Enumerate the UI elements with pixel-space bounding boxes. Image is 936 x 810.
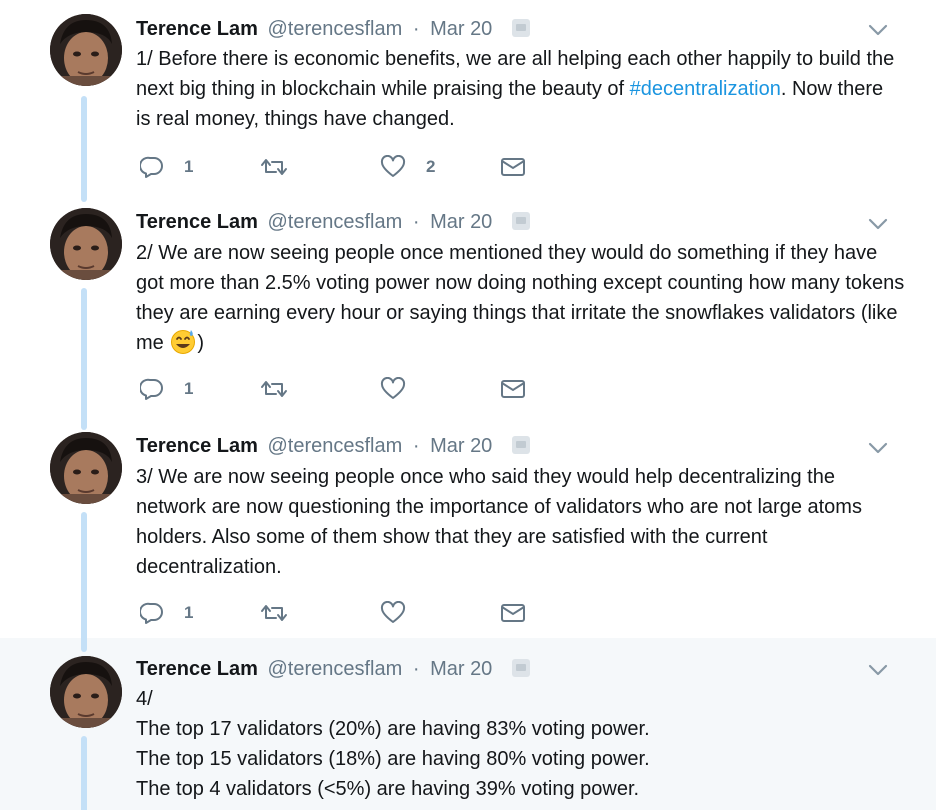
hashtag-link[interactable]: #decentralization (630, 78, 781, 100)
tweet-text: 2/ We are now seeing people once mention… (136, 238, 906, 358)
like-button[interactable] (380, 598, 426, 628)
direct-message-button[interactable] (500, 374, 526, 404)
tweet-line: The top 17 validators (20%) are having 8… (136, 718, 650, 740)
tweet-date[interactable]: Mar 20 (430, 658, 492, 680)
tweet-line: The top 4 validators (<5%) are having 39… (136, 778, 640, 800)
thread-line (81, 288, 87, 424)
author-name[interactable]: Terence Lam (136, 18, 258, 40)
tweet-actions: 1 (136, 598, 556, 628)
reply-button[interactable]: 1 (140, 152, 193, 182)
tweet-header: Terence Lam @terencesflam · Mar 20 (136, 432, 530, 460)
reply-button[interactable]: 1 (140, 598, 193, 628)
thread-line (81, 634, 87, 652)
reply-count: 1 (184, 379, 194, 398)
app-badge-icon (511, 436, 530, 454)
direct-message-button[interactable] (500, 152, 526, 182)
tweet-header: Terence Lam @terencesflam · Mar 20 (136, 15, 530, 43)
tweet-actions: 1 (136, 374, 556, 404)
tweet[interactable]: Terence Lam @terencesflam · Mar 20 4/ Th… (0, 634, 936, 810)
tweet-date[interactable]: Mar 20 (430, 435, 492, 457)
separator: · (412, 18, 420, 40)
thread-line (81, 512, 87, 642)
tweet-line: The top 15 validators (18%) are having 8… (136, 748, 650, 770)
like-button[interactable] (380, 374, 426, 404)
separator: · (412, 658, 420, 680)
tweet-text-body: 2/ We are now seeing people once mention… (136, 242, 905, 354)
envelope-icon (500, 377, 526, 401)
tweet-text: 1/ Before there is economic benefits, we… (136, 44, 896, 134)
author-name[interactable]: Terence Lam (136, 658, 258, 680)
reply-button[interactable]: 1 (140, 374, 193, 404)
avatar[interactable] (50, 432, 122, 504)
reply-icon (140, 377, 164, 401)
like-count: 2 (426, 157, 436, 176)
avatar[interactable] (50, 656, 122, 728)
thread-line (81, 416, 87, 430)
thread-line (81, 96, 87, 200)
tweet[interactable]: Terence Lam @terencesflam · Mar 20 1/ Be… (0, 0, 936, 200)
retweet-icon (260, 601, 288, 625)
tweet-thread: Terence Lam @terencesflam · Mar 20 1/ Be… (0, 0, 936, 810)
app-badge-icon (511, 212, 530, 230)
author-handle[interactable]: @terencesflam (267, 435, 402, 457)
author-handle[interactable]: @terencesflam (267, 658, 402, 680)
like-button[interactable]: 2 (380, 152, 435, 182)
chevron-down-icon[interactable] (866, 20, 890, 40)
grinning-sweat-emoji (170, 328, 196, 354)
reply-count: 1 (184, 157, 194, 176)
tweet-date[interactable]: Mar 20 (430, 211, 492, 233)
reply-icon (140, 155, 164, 179)
author-handle[interactable]: @terencesflam (267, 211, 402, 233)
separator: · (412, 435, 420, 457)
heart-icon (380, 601, 406, 625)
avatar[interactable] (50, 208, 122, 280)
tweet-text: 3/ We are now seeing people once who sai… (136, 466, 862, 578)
tweet-date[interactable]: Mar 20 (430, 18, 492, 40)
direct-message-button[interactable] (500, 598, 526, 628)
app-badge-icon (511, 659, 530, 677)
retweet-icon (260, 377, 288, 401)
tweet-actions: 1 2 (136, 152, 556, 182)
author-name[interactable]: Terence Lam (136, 435, 258, 457)
chevron-down-icon[interactable] (866, 438, 890, 458)
retweet-icon (260, 155, 288, 179)
retweet-button[interactable] (260, 598, 308, 628)
tweet-header: Terence Lam @terencesflam · Mar 20 (136, 208, 530, 236)
heart-icon (380, 377, 406, 401)
tweet[interactable]: Terence Lam @terencesflam · Mar 20 2/ We… (0, 192, 936, 424)
reply-count: 1 (184, 603, 194, 622)
chevron-down-icon[interactable] (866, 214, 890, 234)
heart-icon (380, 155, 406, 179)
thread-line (81, 736, 87, 810)
reply-icon (140, 601, 164, 625)
tweet-line: 4/ (136, 688, 153, 710)
tweet-text-tail: ) (197, 332, 205, 354)
tweet[interactable]: Terence Lam @terencesflam · Mar 20 3/ We… (0, 416, 936, 642)
envelope-icon (500, 155, 526, 179)
thread-line (81, 192, 87, 202)
chevron-down-icon[interactable] (866, 660, 890, 680)
author-handle[interactable]: @terencesflam (267, 18, 402, 40)
retweet-button[interactable] (260, 374, 308, 404)
avatar[interactable] (50, 14, 122, 86)
envelope-icon (500, 601, 526, 625)
app-badge-icon (511, 19, 530, 37)
tweet-header: Terence Lam @terencesflam · Mar 20 (136, 655, 530, 683)
separator: · (412, 211, 420, 233)
tweet-text: 4/ The top 17 validators (20%) are havin… (136, 684, 896, 804)
retweet-button[interactable] (260, 152, 308, 182)
author-name[interactable]: Terence Lam (136, 211, 258, 233)
